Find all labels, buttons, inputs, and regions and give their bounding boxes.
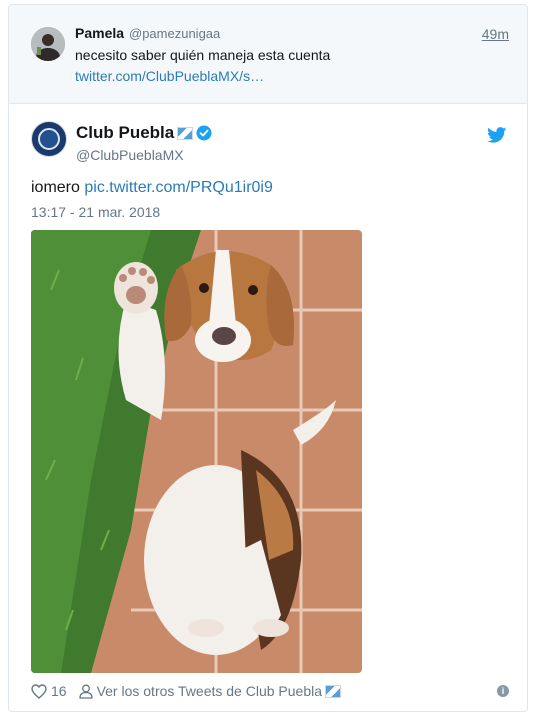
verified-badge-icon (196, 125, 212, 141)
flag-emoji-icon (177, 126, 194, 140)
author-name[interactable]: Club Puebla (76, 123, 174, 143)
tweet-photo-link[interactable]: pic.twitter.com/PRQu1ir0i9 (84, 179, 273, 196)
info-icon[interactable]: i (497, 685, 509, 697)
author-handle[interactable]: @ClubPueblaMX (76, 147, 184, 163)
tweet-footer: 16 Ver los otros Tweets de Club Puebla (31, 681, 342, 701)
reply-text: necesito saber quién maneja esta cuenta (75, 47, 331, 63)
tweet-timestamp[interactable]: 13:17 - 21 mar. 2018 (31, 204, 160, 220)
heart-icon[interactable] (31, 683, 47, 699)
flag-emoji-icon (325, 684, 342, 698)
author-avatar[interactable] (31, 121, 67, 157)
like-count[interactable]: 16 (51, 683, 67, 699)
reply-author-name[interactable]: Pamela (75, 25, 124, 41)
author-name-row[interactable]: Club Puebla (76, 123, 212, 143)
reply-author-handle[interactable]: @pamezunigaa (129, 26, 220, 41)
reply-quoted-link[interactable]: twitter.com/ClubPueblaMX/s… (75, 68, 264, 84)
tweet-text-body: iomero (31, 179, 80, 196)
reply-tweet[interactable]: Pamela @pamezunigaa 49m necesito saber q… (9, 5, 527, 104)
user-icon (78, 684, 93, 699)
reply-avatar[interactable] (31, 27, 65, 61)
embedded-tweet-card: Pamela @pamezunigaa 49m necesito saber q… (8, 4, 528, 712)
tweet-text: iomero pic.twitter.com/PRQu1ir0i9 (31, 179, 273, 197)
beagle-photo-icon (31, 230, 362, 673)
reply-timestamp[interactable]: 49m (482, 26, 509, 42)
twitter-bird-icon[interactable] (487, 127, 507, 143)
tweet-photo[interactable] (31, 230, 362, 673)
other-tweets-link[interactable]: Ver los otros Tweets de Club Puebla (97, 683, 322, 699)
